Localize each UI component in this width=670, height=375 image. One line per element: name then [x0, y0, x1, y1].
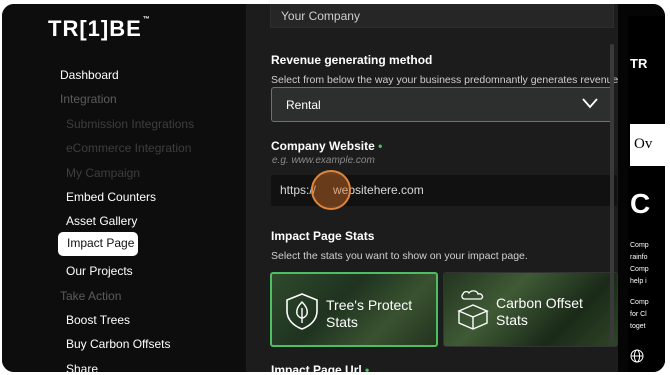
preview-line: for Cl	[630, 311, 647, 318]
sidebar-item-impact-page[interactable]: Impact Page	[58, 232, 138, 256]
stat-card-trees-label: Tree's Protect Stats	[326, 297, 413, 330]
impact-page-preview: TR Ov C Comp rainfo Comp help i Comp for…	[618, 4, 665, 372]
sidebar-item-buy-carbon-offsets[interactable]: Buy Carbon Offsets	[66, 336, 171, 352]
settings-form: Your Company Revenue generating method S…	[246, 4, 618, 372]
sidebar-item-embed-counters[interactable]: Embed Counters	[66, 189, 156, 205]
click-indicator	[311, 170, 351, 210]
sidebar-item-ecommerce-integration[interactable]: eCommerce Integration	[66, 140, 191, 156]
company-website-label: Company Website •	[271, 139, 383, 153]
preview-line: Comp	[630, 242, 649, 249]
preview-heading: C	[630, 188, 651, 219]
shield-tree-icon	[286, 293, 318, 330]
preview-line: Comp	[630, 299, 649, 306]
stat-card-carbon[interactable]: Carbon Offset Stats	[443, 272, 618, 347]
preview-logo-box: Ov	[630, 124, 665, 166]
preview-line: Comp	[630, 266, 649, 273]
sidebar-item-our-projects[interactable]: Our Projects	[66, 263, 133, 279]
preview-logo-text: Ov	[634, 136, 653, 152]
sidebar-item-share[interactable]: Share	[66, 361, 98, 372]
impact-stats-label: Impact Page Stats	[271, 229, 375, 243]
revenue-method-value: Rental	[286, 98, 321, 112]
sidebar-item-boost-trees[interactable]: Boost Trees	[66, 312, 130, 328]
chevron-down-icon	[582, 98, 598, 109]
stat-card-trees[interactable]: Tree's Protect Stats	[270, 272, 438, 347]
sidebar-item-asset-gallery[interactable]: Asset Gallery	[66, 213, 137, 229]
required-indicator: •	[378, 139, 383, 153]
sidebar-section-take-action: Take Action	[60, 289, 122, 303]
sidebar-section-integration: Integration	[60, 92, 117, 106]
preview-line: rainfo	[630, 254, 648, 261]
preview-panel: TR Ov C Comp rainfo Comp help i Comp for…	[628, 16, 665, 372]
revenue-method-select[interactable]: Rental	[271, 87, 613, 122]
sidebar-item-my-campaign[interactable]: My Campaign	[66, 165, 140, 181]
impact-stats-help: Select the stats you want to show on you…	[271, 250, 528, 262]
company-website-example: e.g. www.example.com	[272, 155, 375, 166]
tribe-logo[interactable]: TR[1]BE™	[48, 16, 151, 42]
revenue-method-help: Select from below the way your business …	[271, 74, 618, 86]
revenue-method-label: Revenue generating method	[271, 53, 433, 67]
sidebar-item-label: Impact Page	[67, 236, 135, 250]
app-window: TR[1]BE™ Dashboard Integration Submissio…	[2, 4, 665, 372]
stat-card-carbon-label: Carbon Offset Stats	[496, 295, 583, 328]
co2-box-icon	[457, 290, 489, 330]
sidebar-item-submission-integrations[interactable]: Submission Integrations	[66, 116, 194, 132]
preview-brand: TR	[630, 56, 648, 71]
preview-line: help i	[630, 278, 647, 285]
impact-page-url-label: Impact Page Url •	[271, 363, 370, 372]
sidebar-item-dashboard[interactable]: Dashboard	[60, 67, 119, 83]
form-scrollbar[interactable]	[610, 44, 614, 344]
globe-icon[interactable]	[630, 349, 644, 363]
preview-line: toget	[630, 323, 646, 330]
sidebar: TR[1]BE™ Dashboard Integration Submissio…	[2, 4, 246, 372]
company-name-field[interactable]: Your Company	[270, 4, 614, 28]
